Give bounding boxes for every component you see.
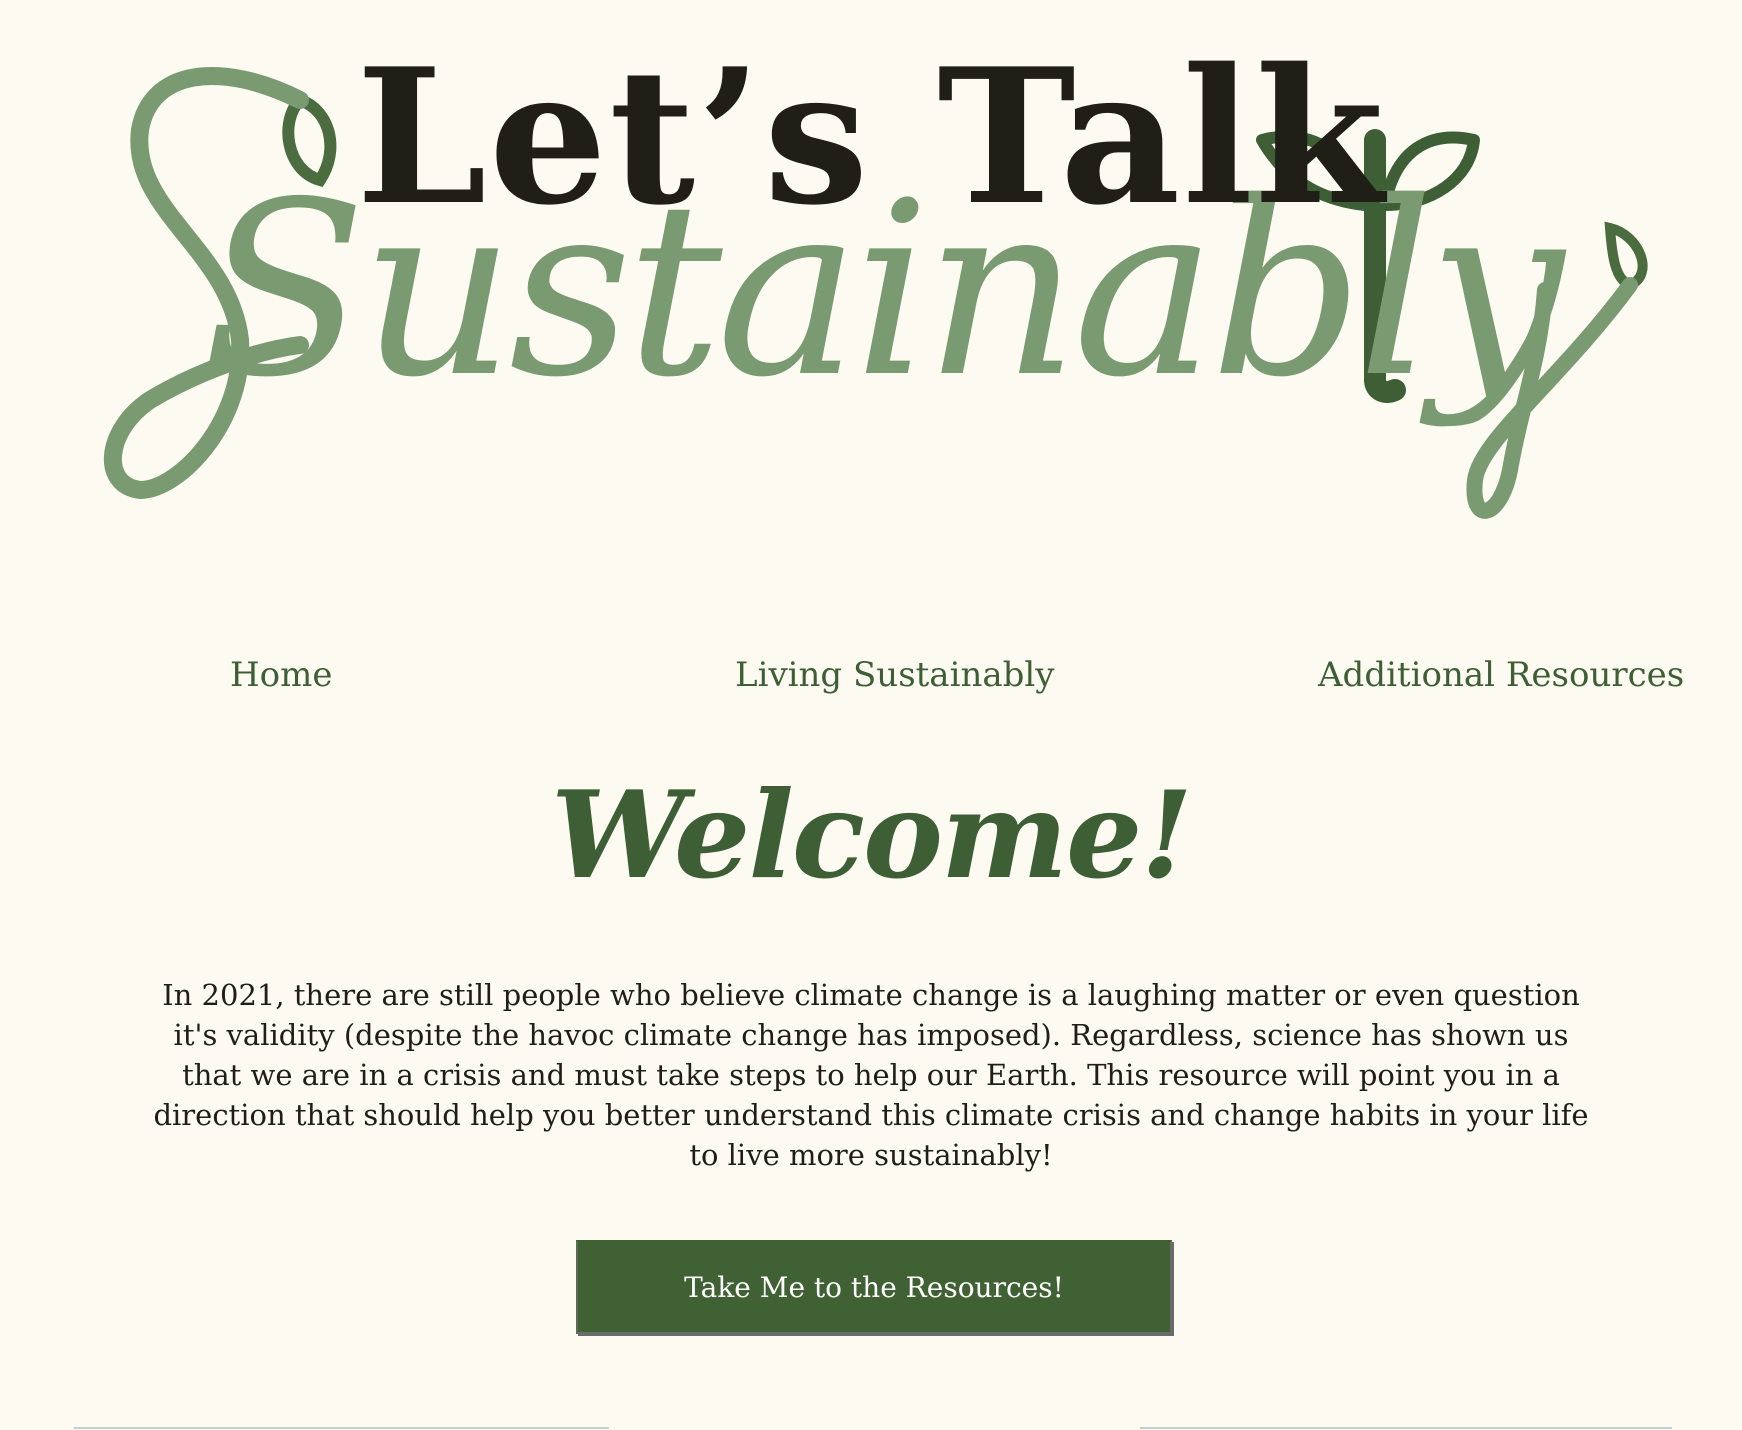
nav-home[interactable]: Home	[230, 655, 332, 695]
welcome-heading: Welcome!	[550, 765, 1193, 906]
main-nav: Home Living Sustainably Additional Resou…	[0, 655, 1742, 705]
nav-living-sustainably[interactable]: Living Sustainably	[735, 655, 1054, 695]
intro-paragraph: In 2021, there are still people who beli…	[153, 978, 1589, 1172]
nav-additional-resources[interactable]: Additional Resources	[1318, 655, 1684, 695]
footer-divider-right	[1140, 1427, 1672, 1429]
logo-title-text: Let’s Talk	[356, 27, 1386, 246]
footer-divider-left	[74, 1427, 609, 1429]
site-logo[interactable]: Sustainably Let’s Talk	[0, 0, 1742, 560]
resources-button[interactable]: Take Me to the Resources!	[576, 1240, 1172, 1334]
